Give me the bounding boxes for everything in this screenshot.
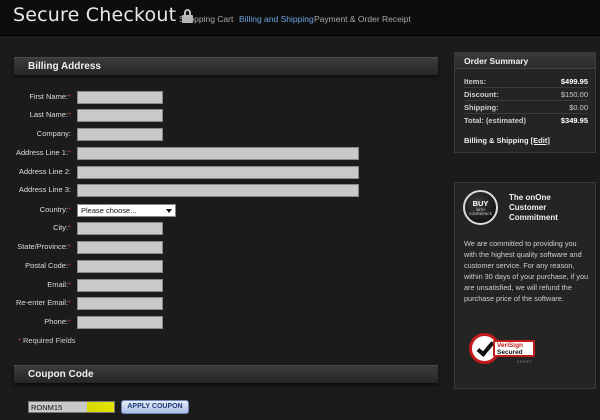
summary-value: $499.95	[560, 77, 588, 86]
first-name-field[interactable]	[77, 91, 163, 104]
summary-value: $349.95	[560, 116, 588, 125]
chevron-down-icon	[166, 209, 172, 213]
address-line-2-field[interactable]	[77, 166, 359, 179]
address-line-2-row: Address Line 2:	[0, 166, 600, 179]
coupon-code-heading: Coupon Code	[28, 369, 94, 380]
city-label: City:*	[53, 223, 71, 232]
nav-step-payment-order[interactable]: Payment & Order	[314, 14, 380, 24]
nav-step-shopping-cart[interactable]: Shopping Cart	[179, 14, 233, 24]
reenter-email-field[interactable]	[77, 297, 163, 310]
summary-value: $150.00	[560, 90, 588, 99]
brand: Secure Checkout	[13, 4, 194, 26]
summary-label: Discount:	[464, 90, 499, 99]
summary-value: $0.00	[569, 103, 588, 112]
summary-row-shipping: Shipping: $0.00	[464, 101, 588, 114]
summary-row-total: Total: (estimated) $349.95	[464, 114, 588, 127]
apply-coupon-button[interactable]: APPLY COUPON	[121, 400, 189, 414]
phone-label: Phone:*	[44, 317, 71, 326]
country-select[interactable]: Please choose...	[77, 204, 176, 217]
summary-label: Items:	[464, 77, 487, 86]
first-name-label: First Name:*	[29, 92, 71, 101]
postal-code-label: Postal Code:*	[25, 261, 71, 270]
nav-step-receipt[interactable]: Receipt	[382, 14, 411, 24]
coupon-code-input[interactable]: RONM15	[28, 401, 115, 413]
state-province-label: State/Province:*	[17, 242, 71, 251]
verisign-secured-seal[interactable]: VeriSign Secured VERIFY	[469, 333, 535, 366]
country-label: Country:*	[39, 205, 71, 214]
address-line-1-label: Address Line 1:*	[15, 148, 71, 157]
last-name-field[interactable]	[77, 109, 163, 122]
country-select-value: Please choose...	[81, 206, 137, 215]
order-summary-panel: Order Summary Items: $499.95 Discount: $…	[454, 52, 596, 153]
commitment-text: We are committed to providing you with t…	[464, 239, 589, 303]
billing-shipping-label: Billing & Shipping	[464, 136, 529, 145]
billing-shipping-summary: Billing & Shipping [Edit]	[464, 136, 550, 145]
address-line-1-field[interactable]	[77, 147, 359, 160]
city-field[interactable]	[77, 222, 163, 235]
commitment-title: The onOne Customer Commitment	[509, 193, 558, 222]
postal-code-field[interactable]	[77, 260, 163, 273]
phone-field[interactable]	[77, 316, 163, 329]
buy-with-confidence-badge-icon: BUY WITH CONFIDENCE	[463, 190, 498, 225]
summary-label: Total: (estimated)	[464, 116, 526, 125]
company-field[interactable]	[77, 128, 163, 141]
reenter-email-label: Re-enter Email:*	[15, 298, 71, 307]
page-title: Secure Checkout	[13, 4, 177, 26]
top-bar: Secure Checkout Shopping Cart Billing an…	[0, 0, 600, 36]
email-label: Email:*	[47, 280, 71, 289]
address-line-2-label: Address Line 2:	[18, 167, 71, 176]
billing-address-heading: Billing Address	[28, 61, 101, 72]
summary-label: Shipping:	[464, 103, 499, 112]
coupon-code-header: Coupon Code	[14, 365, 438, 383]
billing-address-header: Billing Address	[14, 57, 438, 75]
customer-commitment-panel: BUY WITH CONFIDENCE The onOne Customer C…	[454, 182, 596, 389]
edit-billing-link[interactable]: [Edit]	[531, 136, 550, 145]
last-name-label: Last Name:*	[29, 110, 71, 119]
order-summary-heading: Order Summary	[455, 53, 595, 69]
address-line-3-field[interactable]	[77, 184, 359, 197]
state-province-field[interactable]	[77, 241, 163, 254]
summary-row-items: Items: $499.95	[464, 75, 588, 88]
required-fields-note: * Required Fields	[18, 336, 76, 345]
address-line-3-label: Address Line 3:	[18, 185, 71, 194]
company-label: Company:	[36, 129, 71, 138]
nav-step-billing-shipping[interactable]: Billing and Shipping	[239, 14, 314, 24]
email-field[interactable]	[77, 279, 163, 292]
summary-row-discount: Discount: $150.00	[464, 88, 588, 101]
